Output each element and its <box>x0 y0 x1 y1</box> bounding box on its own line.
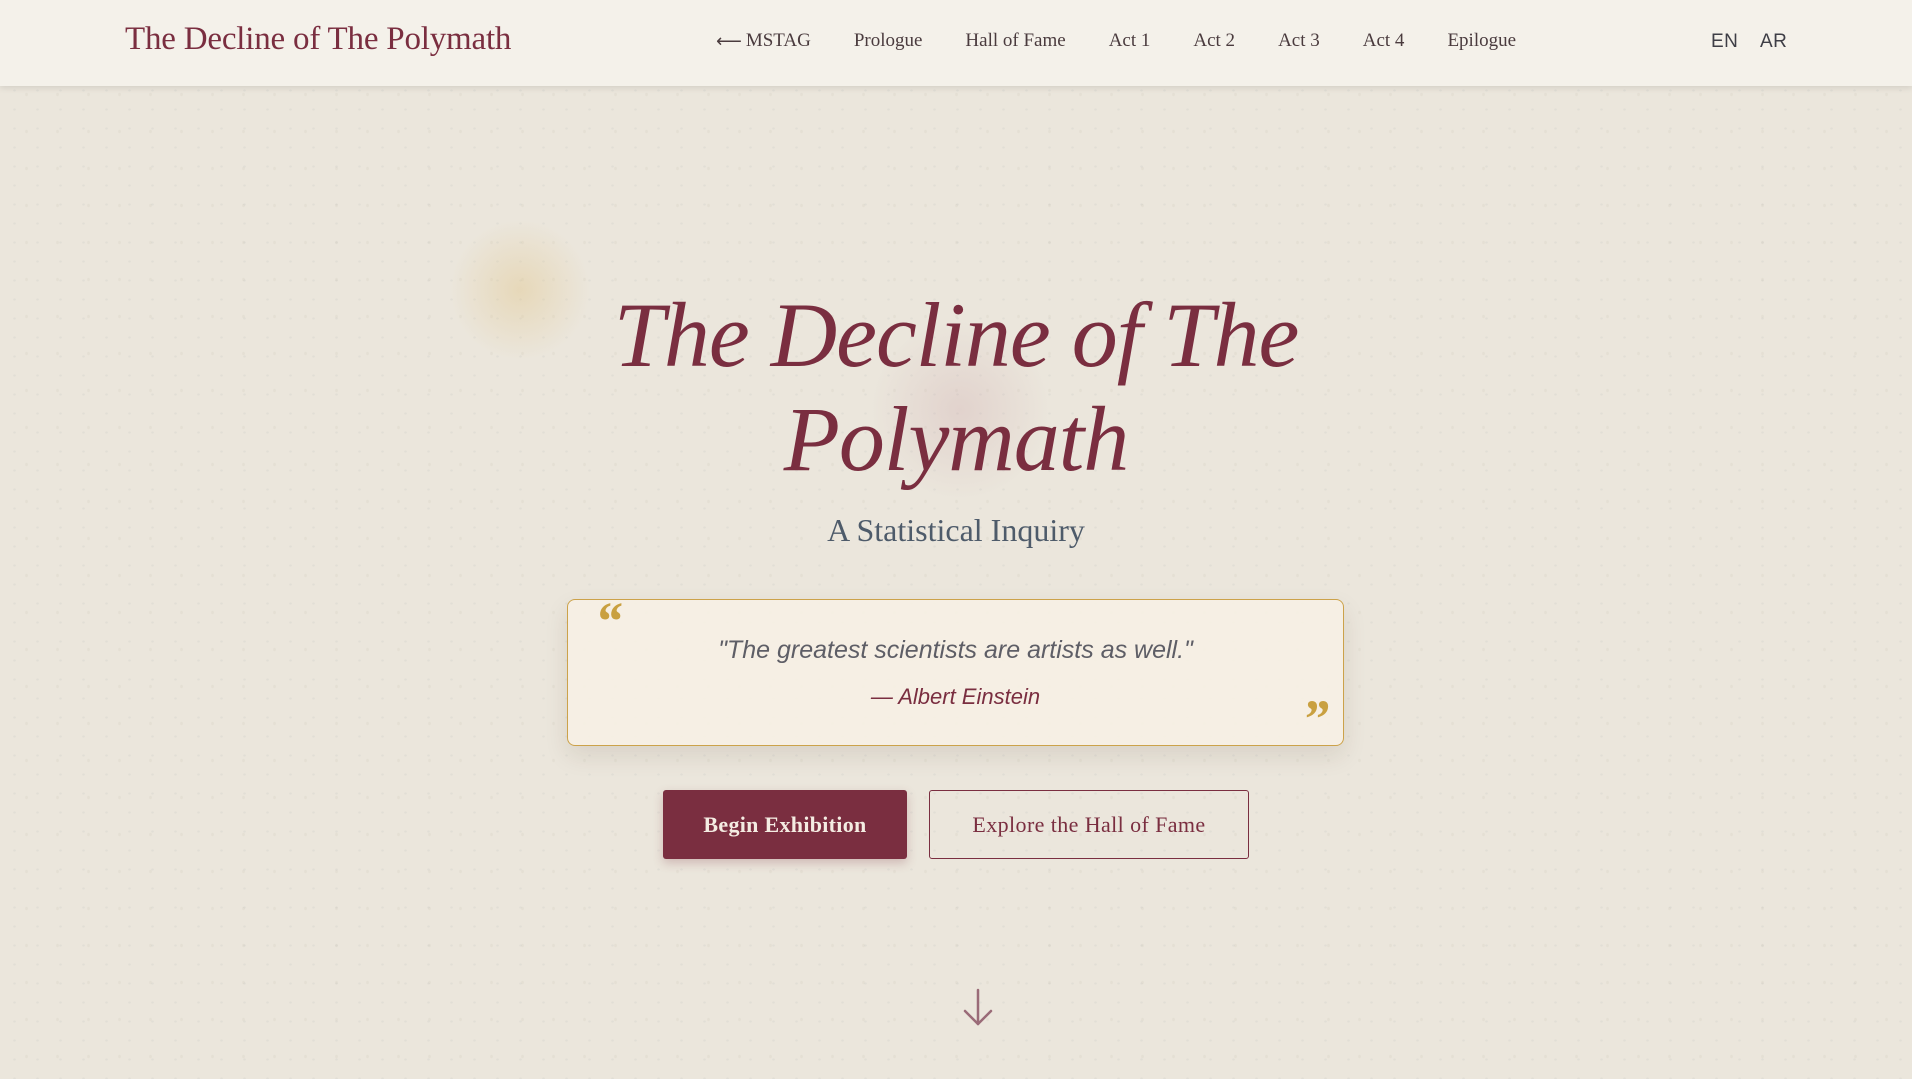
hero-title: The Decline of The Polymath <box>456 283 1456 491</box>
hero-subtitle: A Statistical Inquiry <box>827 512 1085 548</box>
nav-item-act-3[interactable]: Act 3 <box>1278 30 1320 52</box>
nav-back-mstag[interactable]: ⟵ MSTAG <box>716 30 811 52</box>
hero-title-line-1: The Decline of The <box>613 284 1300 386</box>
nav-item-act-4[interactable]: Act 4 <box>1363 30 1405 52</box>
quote-card: “ "The greatest scientists are artists a… <box>567 594 1344 749</box>
quote-text: "The greatest scientists are artists as … <box>718 636 1193 664</box>
nav-item-act-1[interactable]: Act 1 <box>1109 30 1151 52</box>
nav-item-prologue[interactable]: Prologue <box>854 30 923 52</box>
nav-back-label: MSTAG <box>745 30 811 51</box>
quote-author: — Albert Einstein <box>870 684 1041 709</box>
left-arrow-icon: ⟵ <box>716 30 742 52</box>
close-quote-icon: ” <box>1302 689 1329 749</box>
down-arrow-icon[interactable] <box>962 988 994 1028</box>
begin-exhibition-button[interactable]: Begin Exhibition <box>663 790 907 859</box>
site-brand-title[interactable]: The Decline of The Polymath <box>125 21 511 58</box>
top-navigation-bar: The Decline of The Polymath ⟵ MSTAG Prol… <box>0 0 1912 86</box>
hero-title-line-2: Polymath <box>783 388 1130 490</box>
nav-item-epilogue[interactable]: Epilogue <box>1447 30 1516 52</box>
nav-item-act-2[interactable]: Act 2 <box>1193 30 1235 52</box>
nav-item-hall-of-fame[interactable]: Hall of Fame <box>965 30 1065 52</box>
language-en-button[interactable]: EN <box>1711 31 1738 53</box>
main-nav: ⟵ MSTAG Prologue Hall of Fame Act 1 Act … <box>716 30 1516 52</box>
language-ar-button[interactable]: AR <box>1760 31 1787 53</box>
explore-hall-of-fame-button[interactable]: Explore the Hall of Fame <box>929 790 1249 859</box>
